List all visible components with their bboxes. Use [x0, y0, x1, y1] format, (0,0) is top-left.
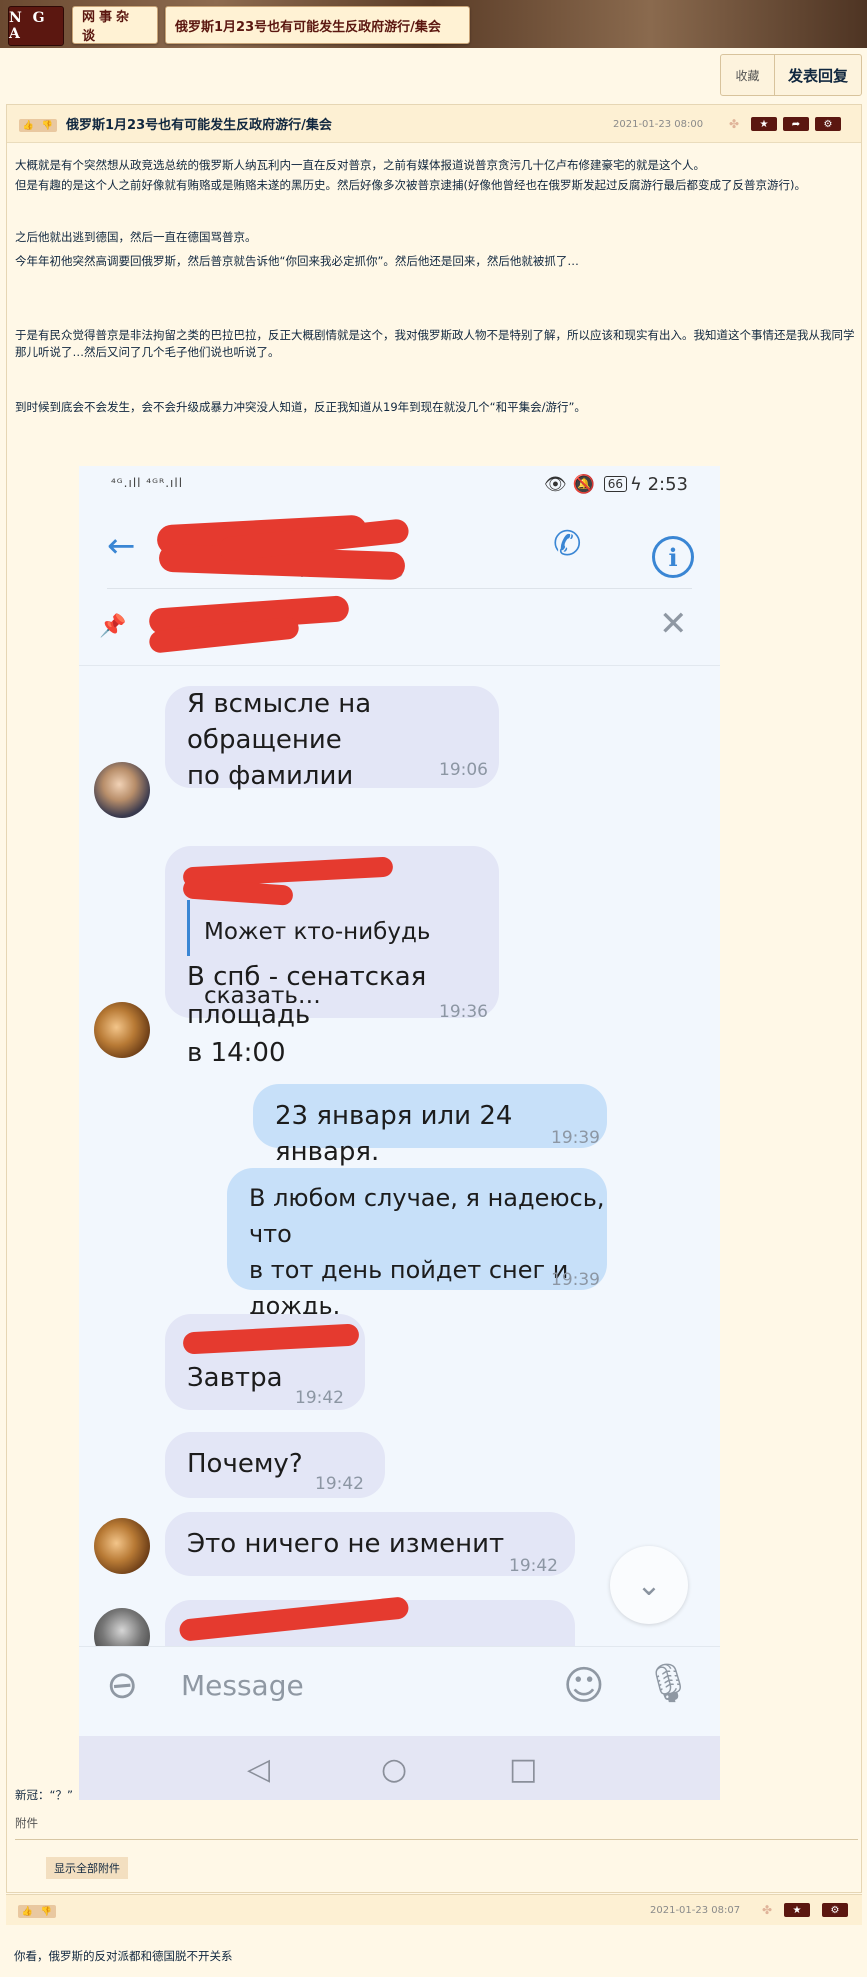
mute-icon: 🔕 [572, 474, 595, 495]
android-nav-bar: ◁ ○ □ [79, 1736, 720, 1800]
redaction-mark [178, 1596, 410, 1642]
emoji-icon[interactable]: ☺ [563, 1663, 605, 1709]
message-time: 19:39 [551, 1270, 600, 1290]
avatar[interactable] [94, 762, 150, 818]
post-paragraph: 到时候到底会不会发生，会不会升级成暴力冲突没人知道，反正我知道从19年到现在就没… [15, 400, 586, 414]
close-icon[interactable]: ✕ [659, 604, 688, 644]
nga-logo[interactable]: N G A [8, 6, 64, 46]
message-bubble[interactable]: Это ничего не изменит 19:42 [165, 1512, 575, 1576]
battery-icon: 66 [603, 476, 627, 492]
post-paragraph: 今年年初他突然高调要回俄罗斯，然后普京就告诉他“你回来我必定抓你”。然后他还是回… [15, 254, 579, 268]
back-triangle-icon[interactable]: ◁ [247, 1752, 270, 1787]
header-divider [107, 588, 692, 589]
attachments-divider [15, 1839, 858, 1840]
message-input-bar: ⊘ Message ☺ 🎙 [79, 1646, 720, 1724]
share-icon[interactable]: ➦ [783, 117, 809, 131]
star-icon[interactable]: ★ [784, 1903, 810, 1917]
embedded-chat-screenshot: ⁴ᴳ.ıll ⁴ᴳᴿ.ıll 👁 🔕 66ϟ 2:53 ← members ✆ … [79, 466, 720, 1800]
message-text: Почему? [187, 1449, 303, 1479]
message-bubble[interactable]: Почему? 19:42 [165, 1432, 385, 1498]
gear-icon[interactable]: ⚙ [822, 1903, 848, 1917]
redaction-mark [182, 1323, 360, 1355]
star-icon[interactable]: ★ [751, 117, 777, 131]
post-paragraph: 但是有趣的是这个人之前好像就有贿赂或是贿赂未遂的黑历史。然后好像多次被普京逮捕(… [15, 178, 806, 192]
reply-post: 👍 👎 2021-01-23 08:07 ✤ ★ ⚙ 你看，俄罗斯的反对派都和德国… [6, 1894, 862, 1977]
call-icon[interactable]: ✆ [553, 524, 582, 564]
message-time: 19:39 [551, 1128, 600, 1148]
phone-status-bar: ⁴ᴳ.ıll ⁴ᴳᴿ.ıll 👁 🔕 66 ϟ 2:53 [79, 466, 720, 506]
message-time: 19:42 [509, 1556, 558, 1576]
home-circle-icon[interactable]: ○ [381, 1752, 407, 1787]
microphone-icon[interactable]: 🎙 [644, 1661, 692, 1706]
attach-icon[interactable]: ⊘ [97, 1658, 150, 1712]
post-title: 俄罗斯1月23号也有可能发生反政府游行/集会 [66, 118, 332, 133]
post-paragraph: 于是有民众觉得普京是非法拘留之类的巴拉巴拉，反正大概剧情就是这个，我对俄罗斯政人… [15, 328, 855, 359]
status-right: 👁 🔕 66 ϟ 2:53 [544, 474, 688, 495]
message-text: Это ничего не изменит [187, 1529, 505, 1559]
breadcrumb-thread[interactable]: 俄罗斯1月23号也有可能发生反政府游行/集会 [165, 6, 470, 44]
message-text: В любом случае, я надеюсь, что в тот день… [249, 1184, 605, 1320]
favorite-button[interactable]: 收藏 [721, 55, 775, 95]
message-bubble[interactable]: Завтра 19:42 [165, 1314, 365, 1410]
post-date: 2021-01-23 08:00 [613, 119, 704, 130]
message-time: 19:06 [439, 760, 488, 780]
reply-text: 你看，俄罗斯的反对派都和德国脱不开关系 [14, 1949, 233, 1963]
message-input[interactable]: Message [181, 1669, 304, 1702]
message-bubble-outgoing[interactable]: 23 января или 24 января. 19:39 [253, 1084, 607, 1167]
vote-icons[interactable]: 👍 👎 [19, 119, 57, 132]
thumbs-down-icon[interactable]: 👎 [42, 121, 53, 131]
post-header: 👍 👎 俄罗斯1月23号也有可能发生反政府游行/集会 2021-01-23 08:… [7, 105, 861, 143]
message-bubble-outgoing[interactable]: В любом случае, я надеюсь, что в тот день… [227, 1168, 607, 1320]
scroll-down-button[interactable]: ⌄ [610, 1546, 688, 1624]
breadcrumb-forum[interactable]: 网事杂谈 [72, 6, 158, 44]
message-time: 19:42 [315, 1474, 364, 1494]
message-time: 19:36 [439, 1002, 488, 1022]
clock: 2:53 [647, 474, 688, 495]
reply-button[interactable]: 发表回复 [775, 55, 861, 95]
charging-icon: ϟ [629, 474, 642, 495]
gear-icon[interactable]: ⚙ [815, 117, 841, 131]
pin-icon: 📌 [99, 614, 127, 639]
attachments-label: 附件 [15, 1816, 38, 1830]
thumbs-up-icon[interactable]: 👍 [22, 1907, 33, 1917]
post-paragraph: 大概就是有个突然想从政竞选总统的俄罗斯人纳瓦利内一直在反对普京，之前有媒体报道说… [15, 158, 705, 172]
thumbs-up-icon[interactable]: 👍 [23, 121, 34, 131]
reply-post-header: 👍 👎 2021-01-23 08:07 ✤ ★ ⚙ [6, 1895, 862, 1925]
eye-icon: 👁 [543, 474, 567, 495]
message-bubble[interactable]: Может кто-нибудь сказать… В спб - сенатс… [165, 846, 499, 1068]
message-text: Завтра [187, 1363, 283, 1393]
info-icon[interactable]: i [652, 536, 694, 578]
signal-indicators: ⁴ᴳ.ıll ⁴ᴳᴿ.ıll [111, 476, 184, 490]
message-bubble[interactable]: Я всмысле на обращение по фамилии 19:06 [165, 686, 499, 791]
avatar[interactable] [94, 1518, 150, 1574]
android-icon: ✤ [729, 117, 740, 131]
chat-header: ← members ✆ i 📌 ✕ [79, 506, 720, 666]
message-time: 19:42 [295, 1388, 344, 1408]
android-icon: ✤ [762, 1903, 773, 1917]
avatar[interactable] [94, 1002, 150, 1058]
thumbs-down-icon[interactable]: 👎 [41, 1907, 52, 1917]
recents-square-icon[interactable]: □ [509, 1752, 537, 1787]
reply-date: 2021-01-23 08:07 [650, 1905, 741, 1916]
quoted-message[interactable]: Может кто-нибудь сказать… [187, 900, 499, 1009]
post-paragraph: 之后他就出逃到德国，然后一直在德国骂普京。 [15, 230, 257, 244]
back-arrow-icon[interactable]: ← [107, 526, 136, 566]
thread-action-group: 收藏 发表回复 [720, 54, 862, 96]
top-navigation-bar: N G A 网事杂谈 俄罗斯1月23号也有可能发生反政府游行/集会 [0, 0, 867, 48]
vote-icons[interactable]: 👍 👎 [18, 1905, 56, 1918]
show-all-attachments-button[interactable]: 显示全部附件 [46, 1857, 128, 1879]
